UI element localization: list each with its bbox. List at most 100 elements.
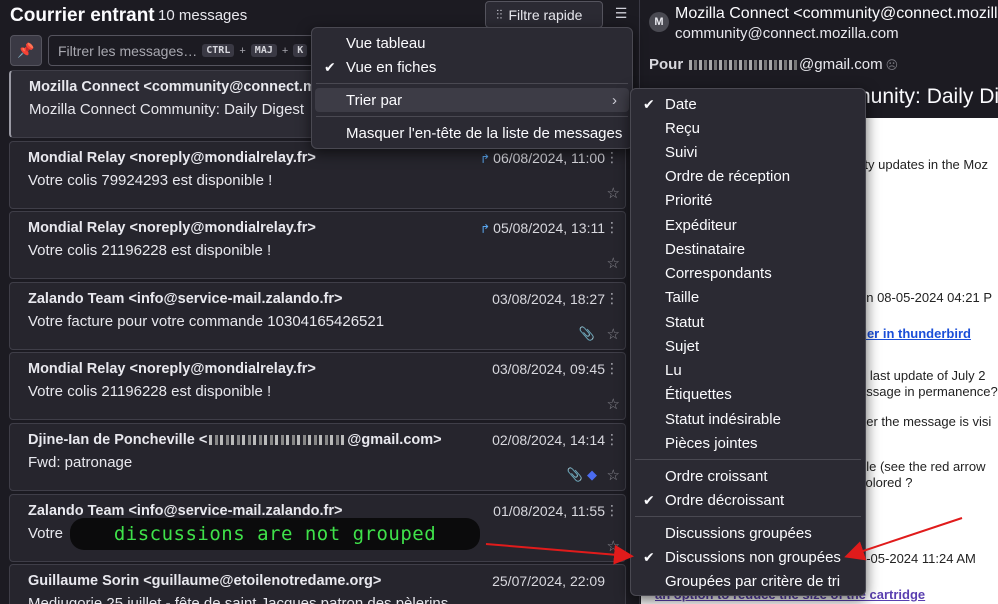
star-icon[interactable]: ☆ [607, 537, 620, 555]
pin-icon: 📌 [17, 42, 35, 58]
star-icon[interactable]: ☆ [607, 184, 620, 202]
body-link[interactable]: der in thunderbird [859, 326, 971, 341]
message-menu-icon[interactable]: ⋮ [605, 290, 619, 307]
folder-title: Courrier entrant [10, 5, 155, 26]
sort-item-size[interactable]: Taille [665, 285, 699, 309]
sort-item-threaded[interactable]: Discussions groupées [665, 521, 812, 545]
message-subject: Mozilla Connect Community: Daily Digest [29, 101, 305, 118]
message-menu-icon[interactable]: ⋮ [605, 360, 619, 377]
message-subject: Votre colis 79924293 est disponible ! [28, 172, 273, 189]
message-card[interactable]: Mondial Relay <noreply@mondialrelay.fr> … [9, 141, 626, 209]
sort-item-date[interactable]: ✔ Date [643, 92, 697, 116]
check-icon: ✔ [643, 491, 655, 508]
pin-filter-button[interactable]: 📌 [10, 35, 42, 66]
contact-icon: ☹ [885, 58, 899, 72]
message-menu-icon[interactable]: ⋮ [605, 149, 619, 166]
menu-separator [635, 516, 861, 517]
redacted-email [689, 60, 799, 71]
message-card[interactable]: Mondial Relay <noreply@mondialrelay.fr> … [9, 211, 626, 279]
attachment-icon: 📎 [578, 326, 595, 341]
sort-item-unthreaded[interactable]: ✔ Discussions non groupées [643, 545, 841, 569]
message-subject: Votre colis 21196228 est disponible ! [28, 383, 272, 400]
star-icon[interactable]: ☆ [607, 395, 620, 413]
body-text: colored ? [859, 475, 913, 490]
sort-item-grouped-by-sort[interactable]: Groupées par critère de tri [665, 569, 840, 593]
shortcut-plus: + [281, 44, 289, 57]
message-subject: Votre [28, 525, 64, 542]
view-options-menu: Vue tableau ✔ Vue en fiches Trier par › … [311, 27, 633, 149]
message-date: 25/07/2024, 22:09 [492, 573, 605, 589]
menu-item-hide-list-header[interactable]: Masquer l'en-tête de la liste de message… [346, 121, 622, 145]
filter-messages-input[interactable]: Filtrer les messages… CTRL + MAJ + K [48, 35, 318, 66]
body-text: vity updates in the Moz [855, 157, 988, 172]
menu-separator [635, 459, 861, 460]
message-sender: Mondial Relay <noreply@mondialrelay.fr> [28, 361, 316, 377]
sort-item-received[interactable]: Reçu [665, 116, 700, 140]
filter-placeholder: Filtrer les messages… [58, 42, 198, 59]
message-date: 01/08/2024, 11:55 [493, 503, 605, 519]
sort-item-tags[interactable]: Étiquettes [665, 382, 732, 406]
star-icon[interactable]: ☆ [607, 325, 620, 343]
message-date: 02/08/2024, 14:14 [492, 432, 605, 448]
reader-to[interactable]: @gmail.com ☹ [689, 56, 898, 73]
reader-to-label: Pour [649, 56, 684, 73]
body-text: ble (see the red arrow [859, 459, 986, 474]
tag-icon: ◆ [587, 467, 597, 482]
shortcut-plus: + [239, 44, 246, 57]
sort-by-submenu: ✔ Date Reçu Suivi Ordre de réception Prio… [630, 88, 866, 596]
message-subject: Votre colis 21196228 est disponible ! [28, 242, 272, 259]
message-sender: Mondial Relay <noreply@mondialrelay.fr> [28, 220, 316, 236]
list-layout-menu-icon[interactable]: ☰ [610, 5, 632, 25]
message-menu-icon[interactable]: ⋮ [605, 431, 619, 448]
sort-item-correspondents[interactable]: Correspondants [665, 261, 772, 285]
sort-item-starred[interactable]: Suivi [665, 140, 698, 164]
message-sender: Zalando Team <info@service-mail.zalando.… [28, 291, 343, 307]
quick-filter-button[interactable]: ⫶⫶ Filtre rapide [485, 1, 603, 28]
menu-item-sort-by[interactable]: Trier par › [315, 88, 629, 112]
message-card[interactable]: Zalando Team <info@service-mail.zalando.… [9, 282, 626, 350]
menu-separator [316, 83, 628, 84]
sort-item-sender[interactable]: Expéditeur [665, 213, 737, 237]
sort-item-status[interactable]: Statut [665, 310, 704, 334]
message-menu-icon[interactable]: ⋮ [605, 502, 619, 519]
sort-item-recipient[interactable]: Destinataire [665, 237, 745, 261]
check-icon: ✔ [643, 95, 655, 112]
sort-item-attachments[interactable]: Pièces jointes [665, 431, 758, 455]
sort-item-read[interactable]: Lu [665, 358, 682, 382]
reader-from[interactable]: Mozilla Connect <community@connect.mozil… [675, 5, 998, 23]
shortcut-key-ctrl: CTRL [202, 44, 235, 57]
sort-item-subject[interactable]: Sujet [665, 334, 699, 358]
message-subject: Votre facture pour votre commande 103041… [28, 313, 385, 330]
message-card[interactable]: Djine-Ian de Poncheville < @gmail.com> Fw… [9, 423, 626, 491]
avatar: M [649, 12, 669, 32]
menu-separator [316, 116, 628, 117]
menu-item-table-view[interactable]: Vue tableau [346, 31, 426, 55]
message-card[interactable]: Guillaume Sorin <guillaume@etoilenotreda… [9, 564, 626, 604]
star-icon[interactable]: ☆ [607, 254, 620, 272]
sort-item-priority[interactable]: Priorité [665, 188, 713, 212]
sort-item-ascending[interactable]: Ordre croissant [665, 464, 768, 488]
body-text: essage in permanence? [859, 384, 998, 399]
star-icon[interactable]: ☆ [607, 466, 620, 484]
sort-item-descending[interactable]: ✔ Ordre décroissant [643, 488, 784, 512]
replied-icon: ↱ [480, 222, 491, 236]
check-icon: ✔ [324, 58, 336, 75]
body-text: e last update of July 2 [859, 368, 986, 383]
check-icon: ✔ [643, 548, 655, 565]
menu-item-cards-view[interactable]: ✔ Vue en fiches [324, 55, 436, 79]
body-text: on 08-05-2024 04:21 P [859, 290, 992, 305]
message-subject: Fwd: patronage [28, 454, 133, 471]
message-menu-icon[interactable]: ⋮ [605, 219, 619, 236]
filter-sliders-icon: ⫶⫶ [496, 6, 503, 22]
body-text: 8-05-2024 11:24 AM [859, 551, 976, 566]
reader-subject: nunity: Daily Dige [859, 85, 998, 108]
sort-item-junk-status[interactable]: Statut indésirable [665, 407, 781, 431]
sort-item-order-received[interactable]: Ordre de réception [665, 164, 790, 188]
message-sender: Mondial Relay <noreply@mondialrelay.fr> [28, 150, 316, 166]
body-text: der the message is visi [859, 414, 992, 429]
replied-icon: ↱ [480, 152, 491, 166]
message-date: 03/08/2024, 18:27 [492, 291, 605, 307]
chevron-right-icon: › [612, 91, 617, 109]
message-date: 06/08/2024, 11:00 [493, 150, 605, 166]
message-card[interactable]: Mondial Relay <noreply@mondialrelay.fr> … [9, 352, 626, 420]
